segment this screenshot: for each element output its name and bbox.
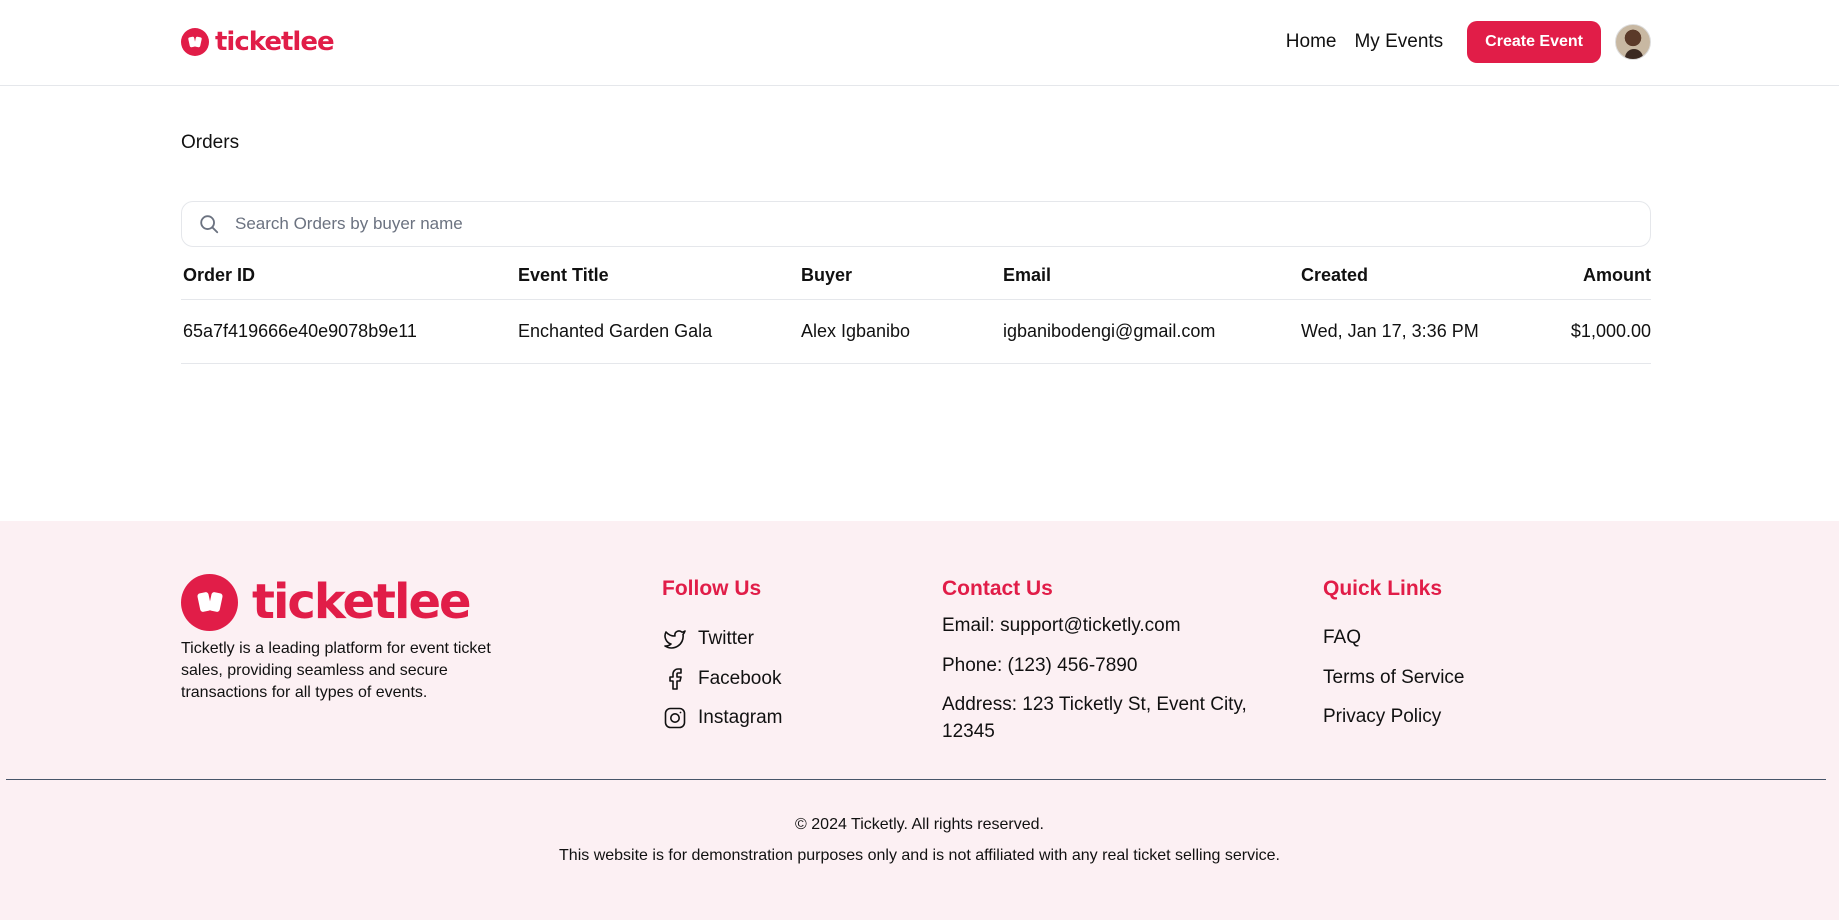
- social-link-instagram[interactable]: Instagram: [662, 705, 782, 731]
- quick-link-privacy[interactable]: Privacy Policy: [1323, 706, 1441, 728]
- footer-description: Ticketly is a leading platform for event…: [181, 640, 491, 701]
- cell-buyer: Alex Igbanibo: [800, 321, 911, 341]
- facebook-label: Facebook: [698, 668, 782, 689]
- nav-home-link[interactable]: Home: [1286, 31, 1337, 53]
- footer-brand-wordmark: ticketlee: [252, 574, 472, 630]
- footer-divider: [6, 779, 1826, 780]
- instagram-icon: [662, 705, 688, 731]
- twitter-label: Twitter: [698, 628, 754, 649]
- copyright-text: © 2024 Ticketly. All rights reserved.: [795, 816, 1044, 833]
- cell-order-id: 65a7f419666e40e9078b9e11: [183, 321, 417, 341]
- column-header-email[interactable]: Email: [1003, 265, 1301, 286]
- ticket-icon: [181, 573, 238, 631]
- column-header-buyer[interactable]: Buyer: [801, 265, 1003, 286]
- quick-link-faq[interactable]: FAQ: [1323, 627, 1361, 649]
- top-navbar: ticketlee Home My Events Create Event: [0, 0, 1839, 86]
- contact-address: Address: 123 Ticketly St, Event City, 12…: [942, 694, 1247, 742]
- cell-created: Wed, Jan 17, 3:36 PM: [1300, 321, 1479, 341]
- contact-phone: Phone: (123) 456-7890: [942, 655, 1138, 676]
- twitter-icon: [662, 626, 688, 652]
- table-row[interactable]: 65a7f419666e40e9078b9e11 Enchanted Garde…: [181, 300, 1651, 364]
- facebook-icon: [662, 666, 688, 692]
- page-title: Orders: [181, 132, 240, 153]
- disclaimer-text: This website is for demonstration purpos…: [559, 847, 1280, 864]
- follow-us-heading: Follow Us: [662, 577, 762, 600]
- cell-email: igbanibodengi@gmail.com: [1002, 321, 1216, 341]
- cell-event-title: Enchanted Garden Gala: [517, 321, 713, 341]
- brand-logo[interactable]: ticketlee: [181, 26, 335, 58]
- contact-email: Email: support@ticketly.com: [942, 615, 1181, 636]
- cell-amount: $1,000.00: [1570, 321, 1651, 341]
- column-header-amount[interactable]: Amount: [1571, 265, 1651, 286]
- footer: ticketlee Ticketly is a leading platform…: [0, 521, 1839, 920]
- instagram-label: Instagram: [698, 707, 783, 728]
- column-header-created[interactable]: Created: [1301, 265, 1571, 286]
- column-header-event-title[interactable]: Event Title: [518, 265, 801, 286]
- search-bar: [181, 201, 1651, 247]
- user-avatar[interactable]: [1615, 24, 1651, 60]
- quick-link-terms[interactable]: Terms of Service: [1323, 667, 1464, 689]
- footer-brand-logo[interactable]: ticketlee: [181, 573, 472, 631]
- search-input[interactable]: [235, 214, 1615, 234]
- brand-wordmark: ticketlee: [215, 27, 335, 57]
- social-link-twitter[interactable]: Twitter: [662, 626, 754, 652]
- nav-links: Home My Events Create Event: [1286, 21, 1651, 63]
- social-link-facebook[interactable]: Facebook: [662, 666, 781, 692]
- ticket-icon: [181, 28, 209, 56]
- nav-my-events-link[interactable]: My Events: [1354, 31, 1443, 53]
- create-event-button[interactable]: Create Event: [1467, 21, 1601, 63]
- column-header-order-id[interactable]: Order ID: [181, 265, 518, 286]
- quick-links-heading: Quick Links: [1323, 577, 1443, 600]
- table-header-row: Order ID Event Title Buyer Email Created…: [181, 252, 1651, 300]
- orders-table: Order ID Event Title Buyer Email Created…: [181, 252, 1651, 364]
- search-icon: [197, 212, 221, 236]
- contact-us-heading: Contact Us: [942, 577, 1053, 600]
